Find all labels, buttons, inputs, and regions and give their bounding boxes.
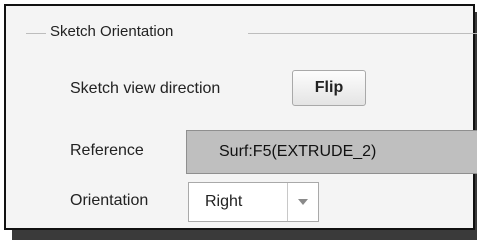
orientation-select[interactable]: Right — [188, 182, 319, 222]
orientation-selected-value: Right — [205, 193, 243, 210]
chevron-down-icon[interactable] — [287, 183, 318, 221]
reference-value: Surf:F5(EXTRUDE_2) — [219, 143, 377, 160]
group-border-left — [26, 33, 46, 34]
group-border-right — [248, 33, 477, 34]
group-title: Sketch Orientation — [50, 23, 174, 40]
sketch-orientation-panel: Sketch Orientation Sketch view direction… — [4, 4, 477, 230]
reference-field[interactable]: Surf:F5(EXTRUDE_2) — [186, 130, 477, 174]
reference-label: Reference — [70, 142, 144, 159]
orientation-label: Orientation — [70, 192, 149, 209]
flip-button[interactable]: Flip — [292, 70, 366, 106]
sketch-view-direction-label: Sketch view direction — [70, 80, 221, 97]
